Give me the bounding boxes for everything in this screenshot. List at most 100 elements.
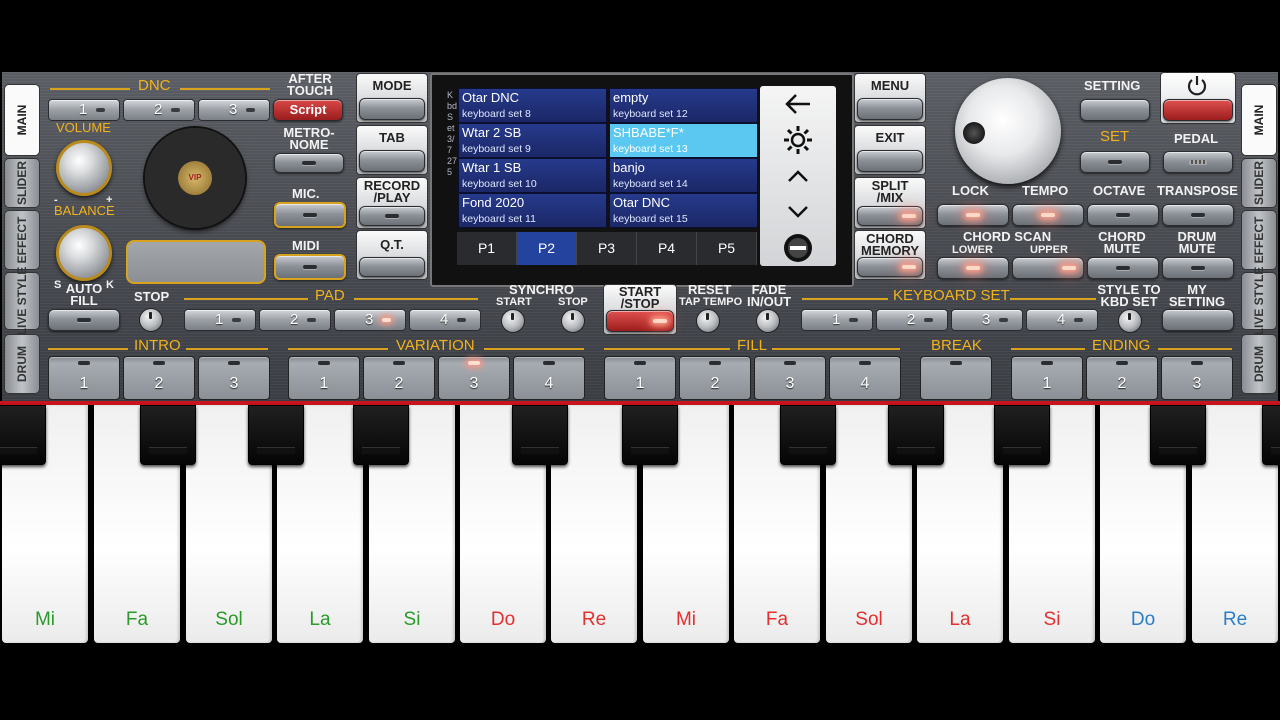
octave-button[interactable] <box>1087 204 1159 226</box>
pad-button-1[interactable]: 1 <box>184 309 256 331</box>
transpose-button[interactable] <box>1162 204 1234 226</box>
lock-button[interactable] <box>937 204 1009 226</box>
kbd-set-12[interactable]: empty keyboard set 12 <box>609 88 758 123</box>
start-stop-button[interactable]: START /STOP <box>603 284 677 335</box>
mode-button[interactable]: MODE <box>356 73 428 123</box>
metronome-button[interactable] <box>274 153 344 173</box>
chord-mute-button[interactable] <box>1087 257 1159 279</box>
chord-scan-upper-button[interactable] <box>1012 257 1084 279</box>
chevron-down-icon[interactable] <box>786 204 810 220</box>
kbd-set-15[interactable]: Otar DNC keyboard set 15 <box>609 193 758 228</box>
side-tab-main-left[interactable]: MAIN <box>4 84 40 156</box>
synchro-stop-knob[interactable] <box>561 309 585 333</box>
fill-button-2[interactable]: 2 <box>679 356 751 400</box>
volume-knob[interactable] <box>56 140 112 196</box>
pad-button-3[interactable]: 3 <box>334 309 406 331</box>
fill-button-3[interactable]: 3 <box>754 356 826 400</box>
side-tab-main-right[interactable]: MAIN <box>1241 84 1277 156</box>
chord-scan-lower-button[interactable] <box>937 257 1009 279</box>
keyboard-set-button-4[interactable]: 4 <box>1026 309 1098 331</box>
dnc-button-3[interactable]: 3 <box>198 99 270 121</box>
keyboard-set-button-1[interactable]: 1 <box>801 309 873 331</box>
fill-button-1[interactable]: 1 <box>604 356 676 400</box>
kbd-set-8[interactable]: Otar DNC keyboard set 8 <box>458 88 607 123</box>
black-key[interactable] <box>512 405 568 465</box>
midi-button[interactable] <box>274 254 346 280</box>
side-tab-effect-left[interactable]: EFFECT <box>4 210 40 270</box>
style-to-kbd-knob[interactable] <box>1118 309 1142 333</box>
variation-button-3[interactable]: 3 <box>438 356 510 400</box>
page-tab-p1[interactable]: P1 <box>457 232 517 265</box>
variation-button-1[interactable]: 1 <box>288 356 360 400</box>
intro-button-1[interactable]: 1 <box>48 356 120 400</box>
chevron-up-icon[interactable] <box>786 168 810 184</box>
ending-button-3[interactable]: 3 <box>1161 356 1233 400</box>
dnc-button-1[interactable]: 1 <box>48 99 120 121</box>
set-button[interactable] <box>1080 151 1150 173</box>
tab-button[interactable]: TAB <box>356 125 428 175</box>
balance-knob[interactable] <box>56 225 112 281</box>
back-arrow-icon[interactable] <box>784 92 812 116</box>
minus-circle-icon[interactable] <box>783 233 813 263</box>
script-button[interactable]: Script <box>273 99 343 121</box>
drum-mute-button[interactable] <box>1162 257 1234 279</box>
black-key[interactable] <box>622 405 678 465</box>
kbd-set-10[interactable]: Wtar 1 SB keyboard set 10 <box>458 158 607 193</box>
black-key[interactable] <box>140 405 196 465</box>
mic-button[interactable] <box>274 202 346 228</box>
auto-fill-button[interactable] <box>48 309 120 331</box>
keyboard-set-button-2[interactable]: 2 <box>876 309 948 331</box>
page-tab-p3[interactable]: P3 <box>577 232 637 265</box>
pad-button-4[interactable]: 4 <box>409 309 481 331</box>
reset-knob[interactable] <box>696 309 720 333</box>
gear-icon[interactable] <box>782 124 814 156</box>
page-tab-p2[interactable]: P2 <box>517 232 577 265</box>
kbd-set-11[interactable]: Fond 2020 keyboard set 11 <box>458 193 607 228</box>
tempo-button[interactable] <box>1012 204 1084 226</box>
kbd-set-13[interactable]: SHBABE*F* keyboard set 13 <box>609 123 758 158</box>
chord-memory-button[interactable]: CHORD MEMORY <box>854 230 926 280</box>
black-key[interactable] <box>353 405 409 465</box>
page-tab-p5[interactable]: P5 <box>697 232 757 265</box>
exit-button[interactable]: EXIT <box>854 125 926 175</box>
black-key[interactable] <box>780 405 836 465</box>
my-setting-button[interactable] <box>1162 309 1234 331</box>
side-tab-drum-left[interactable]: DRUM <box>4 334 40 394</box>
break-button[interactable] <box>920 356 992 400</box>
side-tab-live-style-right[interactable]: LIVE STYLE <box>1241 267 1277 335</box>
setting-button[interactable] <box>1080 99 1150 121</box>
menu-button[interactable]: MENU <box>854 73 926 123</box>
variation-button-4[interactable]: 4 <box>513 356 585 400</box>
variation-button-2[interactable]: 2 <box>363 356 435 400</box>
intro-button-2[interactable]: 2 <box>123 356 195 400</box>
page-tab-p4[interactable]: P4 <box>637 232 697 265</box>
side-tab-slider-left[interactable]: SLIDER <box>4 158 40 208</box>
black-key[interactable] <box>1262 405 1280 465</box>
kbd-set-14[interactable]: banjo keyboard set 14 <box>609 158 758 193</box>
ending-button-2[interactable]: 2 <box>1086 356 1158 400</box>
black-key[interactable] <box>888 405 944 465</box>
side-tab-effect-right[interactable]: EFFECT <box>1241 210 1277 270</box>
side-tab-live-style-left[interactable]: LIVE STYLE <box>4 267 40 335</box>
record-play-button[interactable]: RECORD /PLAY <box>356 177 428 229</box>
side-tab-slider-right[interactable]: SLIDER <box>1241 158 1277 208</box>
intro-button-3[interactable]: 3 <box>198 356 270 400</box>
black-key[interactable] <box>0 405 46 465</box>
pad-button-2[interactable]: 2 <box>259 309 331 331</box>
ending-button-1[interactable]: 1 <box>1011 356 1083 400</box>
synchro-start-knob[interactable] <box>501 309 525 333</box>
split-mix-button[interactable]: SPLIT /MIX <box>854 177 926 229</box>
display-pad[interactable] <box>126 240 266 284</box>
keyboard-set-button-3[interactable]: 3 <box>951 309 1023 331</box>
pedal-button[interactable] <box>1163 151 1233 173</box>
dnc-button-2[interactable]: 2 <box>123 99 195 121</box>
kbd-set-9[interactable]: Wtar 2 SB keyboard set 9 <box>458 123 607 158</box>
black-key[interactable] <box>994 405 1050 465</box>
fade-knob[interactable] <box>756 309 780 333</box>
stop-knob[interactable] <box>139 308 163 332</box>
black-key[interactable] <box>1150 405 1206 465</box>
black-key[interactable] <box>248 405 304 465</box>
qt-button[interactable]: Q.T. <box>356 230 428 280</box>
side-tab-drum-right[interactable]: DRUM <box>1241 334 1277 394</box>
fill-button-4[interactable]: 4 <box>829 356 901 400</box>
